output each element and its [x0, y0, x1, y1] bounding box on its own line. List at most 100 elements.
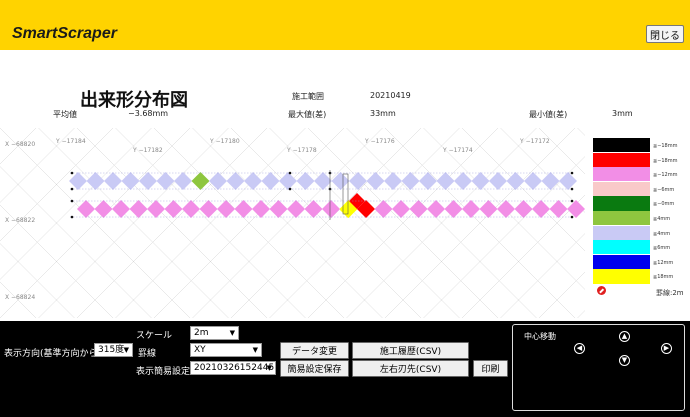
app-title: SmartScraper — [12, 25, 117, 42]
y-axis-label: Y −17176 — [364, 138, 395, 145]
grid-select[interactable]: XY ▼ — [190, 343, 262, 357]
chevron-left-icon: ◀ — [576, 344, 583, 352]
cell-diamond — [392, 200, 410, 218]
cell-diamond — [287, 200, 305, 218]
move-right-button[interactable]: ▶ — [661, 343, 672, 354]
legend-swatch — [593, 196, 650, 211]
legend-label: ≧18mm — [653, 274, 674, 281]
cell-diamond — [304, 200, 323, 218]
cell-diamond — [479, 200, 498, 218]
grid-line — [538, 128, 585, 175]
legend-label: ≦−6mm — [653, 186, 675, 193]
cell-diamond — [261, 172, 280, 190]
legend-swatch — [593, 269, 650, 284]
cell-diamond — [156, 172, 175, 190]
legend-swatch — [593, 225, 650, 240]
y-axis-label: Y −17178 — [286, 147, 317, 154]
grid-select-value: XY — [194, 345, 206, 355]
axis-labels: Y −17184 Y −17182 Y −17180 Y −17178 Y −1… — [5, 138, 550, 301]
no-entry-icon — [597, 286, 606, 295]
edge-point — [570, 215, 574, 219]
edge-point — [288, 187, 292, 191]
average-value: −3.68mm — [128, 109, 169, 118]
legend-swatch — [593, 138, 650, 153]
cell-diamond — [541, 172, 560, 190]
scale-label: スケール — [136, 331, 173, 341]
cell-diamond — [374, 200, 393, 218]
cell-diamond — [514, 200, 533, 218]
legend-label: ≦−18mm — [653, 143, 678, 149]
cell-diamond — [234, 200, 253, 218]
legend-label: ≧4mm — [653, 216, 671, 222]
cell-diamond — [94, 200, 113, 218]
legend-label: ≧−0mm — [653, 201, 675, 208]
range-label: 施工範囲 — [292, 92, 324, 101]
chevron-down-icon: ▼ — [229, 329, 235, 337]
cell-diamond — [436, 172, 455, 190]
edge-csv-button[interactable]: 左右刃先(CSV) — [352, 360, 469, 377]
edge-point — [70, 199, 74, 203]
move-up-button[interactable]: ▲ — [619, 331, 630, 342]
edge-point — [570, 199, 574, 203]
grid-lines — [0, 128, 585, 318]
y-axis-label: Y −17184 — [55, 138, 86, 145]
cell-diamond — [532, 200, 550, 218]
grid-line — [461, 194, 585, 318]
legend-swatch — [593, 181, 650, 197]
cell-diamond — [349, 172, 367, 190]
center-move-panel: 中心移動 ▲ ◀ ▶ ▼ — [512, 324, 685, 411]
distribution-plot[interactable]: Y −17184 Y −17182 Y −17180 Y −17178 Y −1… — [0, 128, 585, 318]
cell-diamond — [191, 172, 210, 190]
chevron-down-icon: ▼ — [123, 346, 129, 354]
cell-diamond — [121, 172, 140, 190]
cell-diamond — [279, 172, 297, 190]
history-csv-button[interactable]: 施工履歴(CSV) — [352, 342, 469, 359]
average-label: 平均値 — [53, 110, 77, 119]
direction-select[interactable]: 315度 ▼ — [94, 343, 133, 357]
print-button[interactable]: 印刷 — [473, 360, 508, 377]
cell-diamond — [147, 200, 165, 218]
cell-diamond — [226, 172, 245, 190]
preset-select[interactable]: 20210326152445 ▼ — [190, 361, 276, 375]
close-button[interactable]: 閉じる — [646, 25, 684, 43]
cell-diamond — [401, 172, 420, 190]
grid-line — [538, 271, 585, 318]
cell-diamond — [384, 172, 402, 190]
move-down-button[interactable]: ▼ — [619, 355, 630, 366]
chevron-right-icon: ▶ — [663, 344, 670, 352]
cell-diamond — [462, 200, 480, 218]
data-change-button[interactable]: データ変更 — [280, 342, 349, 359]
cell-diamond — [217, 200, 235, 218]
cell-diamond — [139, 172, 157, 190]
y-axis-label: Y −17174 — [442, 147, 473, 154]
x-axis-label: X −68822 — [5, 217, 35, 224]
edge-point — [70, 171, 74, 175]
cell-diamond — [506, 172, 525, 190]
cell-diamond — [454, 172, 472, 190]
y-axis-label: Y −17182 — [132, 147, 163, 154]
cell-diamond — [524, 172, 542, 190]
move-left-button[interactable]: ◀ — [574, 343, 585, 354]
x-axis-label: X −68820 — [5, 141, 35, 148]
save-preset-button[interactable]: 簡易設定保存 — [280, 360, 349, 377]
y-axis-label: Y −17180 — [209, 138, 240, 145]
max-label: 最大値(差) — [288, 110, 327, 119]
cell-diamond — [104, 172, 122, 190]
grid-line — [461, 128, 585, 252]
legend-label: ≧12mm — [653, 259, 674, 266]
legend-swatch — [593, 167, 650, 182]
direction-select-value: 315度 — [98, 345, 125, 355]
legend-label: ≧6mm — [653, 245, 671, 252]
cell-diamond — [559, 172, 577, 190]
legend-swatch — [593, 152, 650, 167]
grid-line — [577, 310, 585, 318]
preset-select-value: 20210326152445 — [194, 363, 275, 373]
cell-diamond — [244, 172, 262, 190]
legend-label: ≦−18mm — [653, 157, 678, 164]
scale-select[interactable]: 2m ▼ — [190, 326, 239, 340]
grid-line — [500, 128, 585, 213]
min-label: 最小値(差) — [529, 110, 568, 119]
cell-diamond — [69, 172, 87, 190]
cell-layer — [69, 172, 585, 218]
cell-diamond — [174, 172, 192, 190]
